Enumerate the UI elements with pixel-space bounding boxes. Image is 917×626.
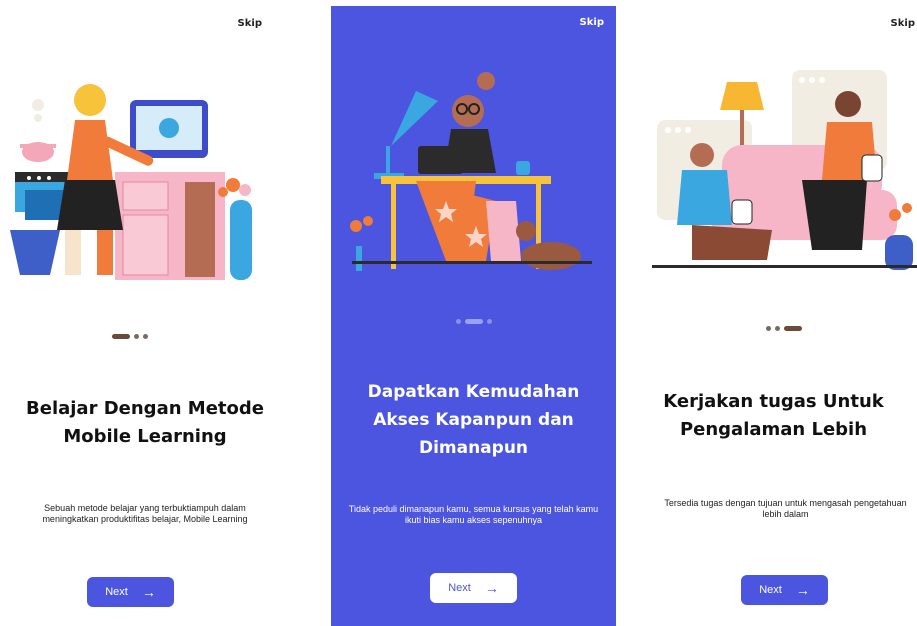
- next-label: Next: [448, 582, 471, 594]
- video-call-illustration: [652, 70, 917, 270]
- skip-button[interactable]: Skip: [238, 18, 262, 29]
- title-line: Dimanapun: [418, 438, 529, 458]
- page-indicator: [112, 334, 148, 339]
- next-label: Next: [759, 584, 782, 596]
- page-dot: [487, 319, 492, 324]
- arrow-right-icon: →: [484, 580, 499, 596]
- skip-button[interactable]: Skip: [580, 17, 604, 28]
- next-button[interactable]: Next →: [430, 573, 517, 603]
- page-dot-active: [784, 326, 802, 331]
- page-dot: [775, 326, 780, 331]
- onboarding-screen-1: Skip Belajar Dengan Metode Mobile Learni…: [0, 0, 290, 626]
- page-indicator: [456, 319, 492, 324]
- onboarding-description: Tersedia tugas dengan tujuan untuk menga…: [658, 498, 913, 520]
- title-line: Akses Kapanpun dan: [373, 410, 574, 430]
- onboarding-screen-2: Skip Dapatkan Kemudahan Akses Kapanpun d…: [331, 6, 616, 626]
- arrow-right-icon: →: [795, 582, 810, 598]
- onboarding-title: Kerjakan tugas Untuk Pengalaman Lebih: [630, 388, 917, 444]
- title-line: Pengalaman Lebih: [679, 419, 868, 440]
- title-line: Belajar Dengan Metode: [26, 398, 264, 419]
- arrow-right-icon: →: [141, 584, 156, 600]
- description-line: meningkatkan produktifitas belajar, Mobi…: [42, 514, 248, 524]
- onboarding-title: Dapatkan Kemudahan Akses Kapanpun dan Di…: [331, 378, 616, 462]
- page-indicator: [766, 326, 802, 331]
- description-line: Tidak peduli dimanapun kamu, semua kursu…: [348, 504, 599, 514]
- onboarding-title: Belajar Dengan Metode Mobile Learning: [0, 395, 290, 451]
- onboarding-screen-3: Skip Kerjakan tugas Untuk Pengalaman Leb…: [630, 0, 917, 626]
- next-label: Next: [105, 586, 128, 598]
- page-dot: [143, 334, 148, 339]
- title-line: Kerjakan tugas Untuk: [663, 391, 884, 412]
- description-line: ikuti bias kamu akses sepenuhnya: [404, 515, 543, 525]
- skip-button[interactable]: Skip: [891, 18, 915, 29]
- desk-study-illustration: [350, 72, 592, 271]
- description-line: Sebuah metode belajar yang terbuktiampuh…: [44, 503, 246, 513]
- page-dot: [134, 334, 139, 339]
- page-dot: [766, 326, 771, 331]
- description-line: Tersedia tugas dengan tujuan untuk menga…: [664, 498, 907, 508]
- title-line: Dapatkan Kemudahan: [367, 382, 580, 402]
- next-button[interactable]: Next →: [741, 575, 828, 605]
- next-button[interactable]: Next →: [87, 577, 174, 607]
- title-line: Mobile Learning: [63, 426, 227, 447]
- page-dot: [456, 319, 461, 324]
- page-dot-active: [465, 319, 483, 324]
- cooking-illustration: [10, 84, 252, 280]
- page-dot-active: [112, 334, 130, 339]
- description-line: lebih dalam: [762, 509, 809, 519]
- onboarding-description: Sebuah metode belajar yang terbuktiampuh…: [20, 503, 270, 525]
- onboarding-description: Tidak peduli dimanapun kamu, semua kursu…: [341, 504, 606, 526]
